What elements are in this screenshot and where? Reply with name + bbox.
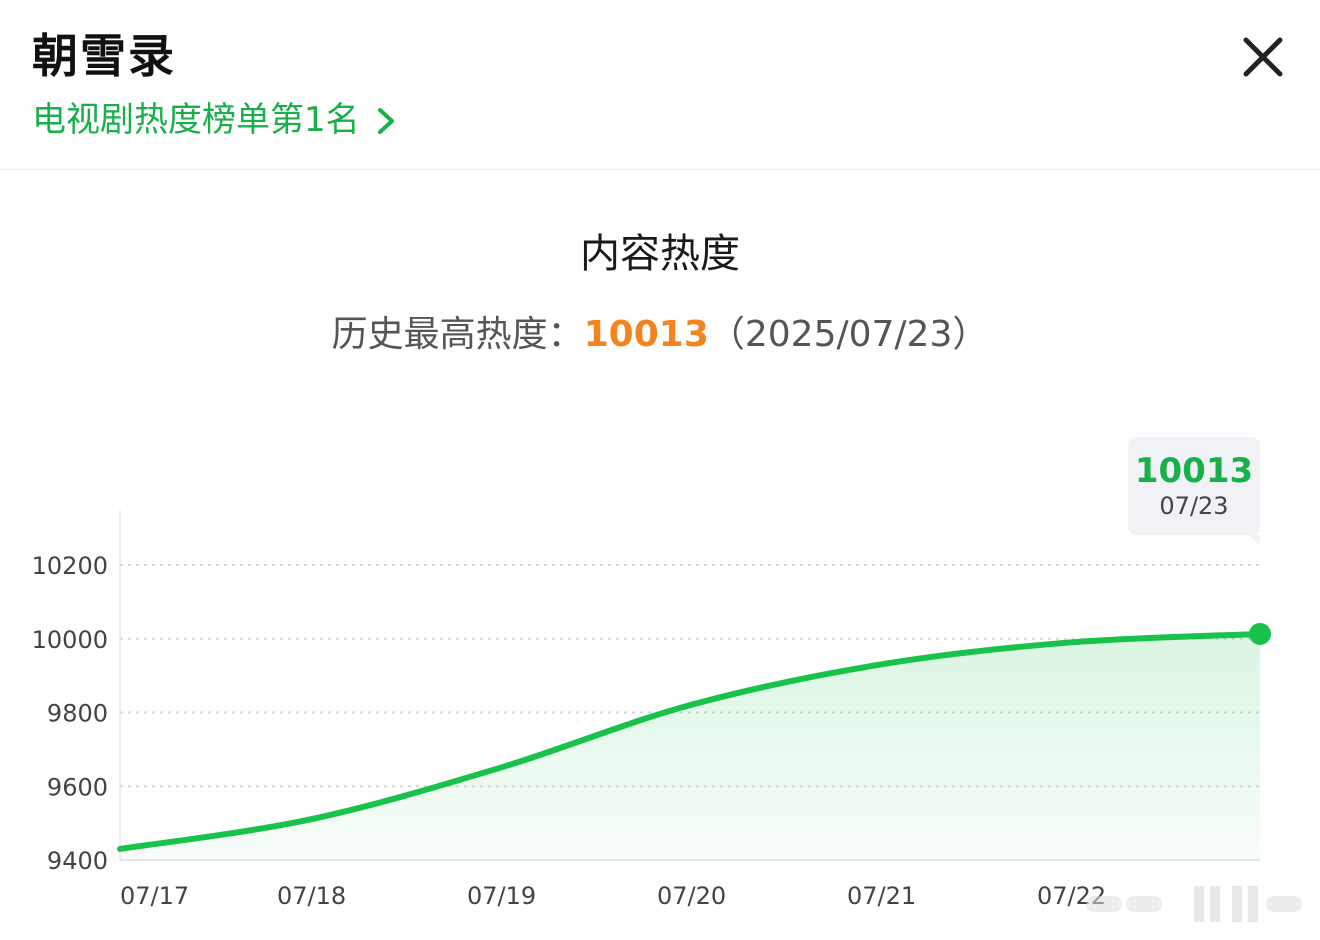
y-tick-label: 10200 — [32, 552, 108, 580]
y-tick-label: 10000 — [32, 626, 108, 654]
tooltip-value: 10013 — [1134, 451, 1254, 491]
chevron-right-icon — [374, 103, 398, 137]
x-tick-label: 07/19 — [467, 882, 536, 910]
history-peak-value: 10013 — [583, 314, 709, 355]
watermark-icon — [1086, 886, 1302, 922]
y-tick-label: 9800 — [47, 700, 108, 728]
page-title: 朝雪录 — [32, 29, 176, 83]
x-tick-label: 07/18 — [277, 882, 346, 910]
y-tick-label: 9400 — [47, 847, 108, 875]
history-label: 历史最高热度： — [331, 314, 584, 355]
history-peak-date: （2025/07/23） — [708, 314, 989, 355]
tooltip-tail — [1248, 535, 1260, 545]
rank-link-label: 电视剧热度榜单第1名 — [32, 100, 360, 140]
section-title: 内容热度 — [580, 231, 740, 277]
heat-chart: 9400 9600 9800 10000 10200 07/17 07/18 07/19 07/… — [32, 510, 1271, 910]
header: 朝雪录 电视剧热度榜单第1名 — [0, 0, 1320, 170]
history-peak: 历史最高热度：10013（2025/07/23） — [0, 308, 1320, 362]
chart-tooltip: 10013 07/23 — [1128, 437, 1260, 545]
close-icon — [1243, 37, 1283, 77]
x-tick-label: 07/20 — [657, 882, 726, 910]
x-tick-label: 07/17 — [120, 882, 189, 910]
highlight-point[interactable] — [1249, 622, 1271, 645]
close-button[interactable] — [1236, 30, 1290, 84]
rank-link[interactable]: 电视剧热度榜单第1名 — [32, 96, 398, 144]
x-tick-label: 07/21 — [847, 882, 916, 910]
y-tick-label: 9600 — [47, 773, 108, 801]
tooltip-date: 07/23 — [1159, 492, 1229, 520]
